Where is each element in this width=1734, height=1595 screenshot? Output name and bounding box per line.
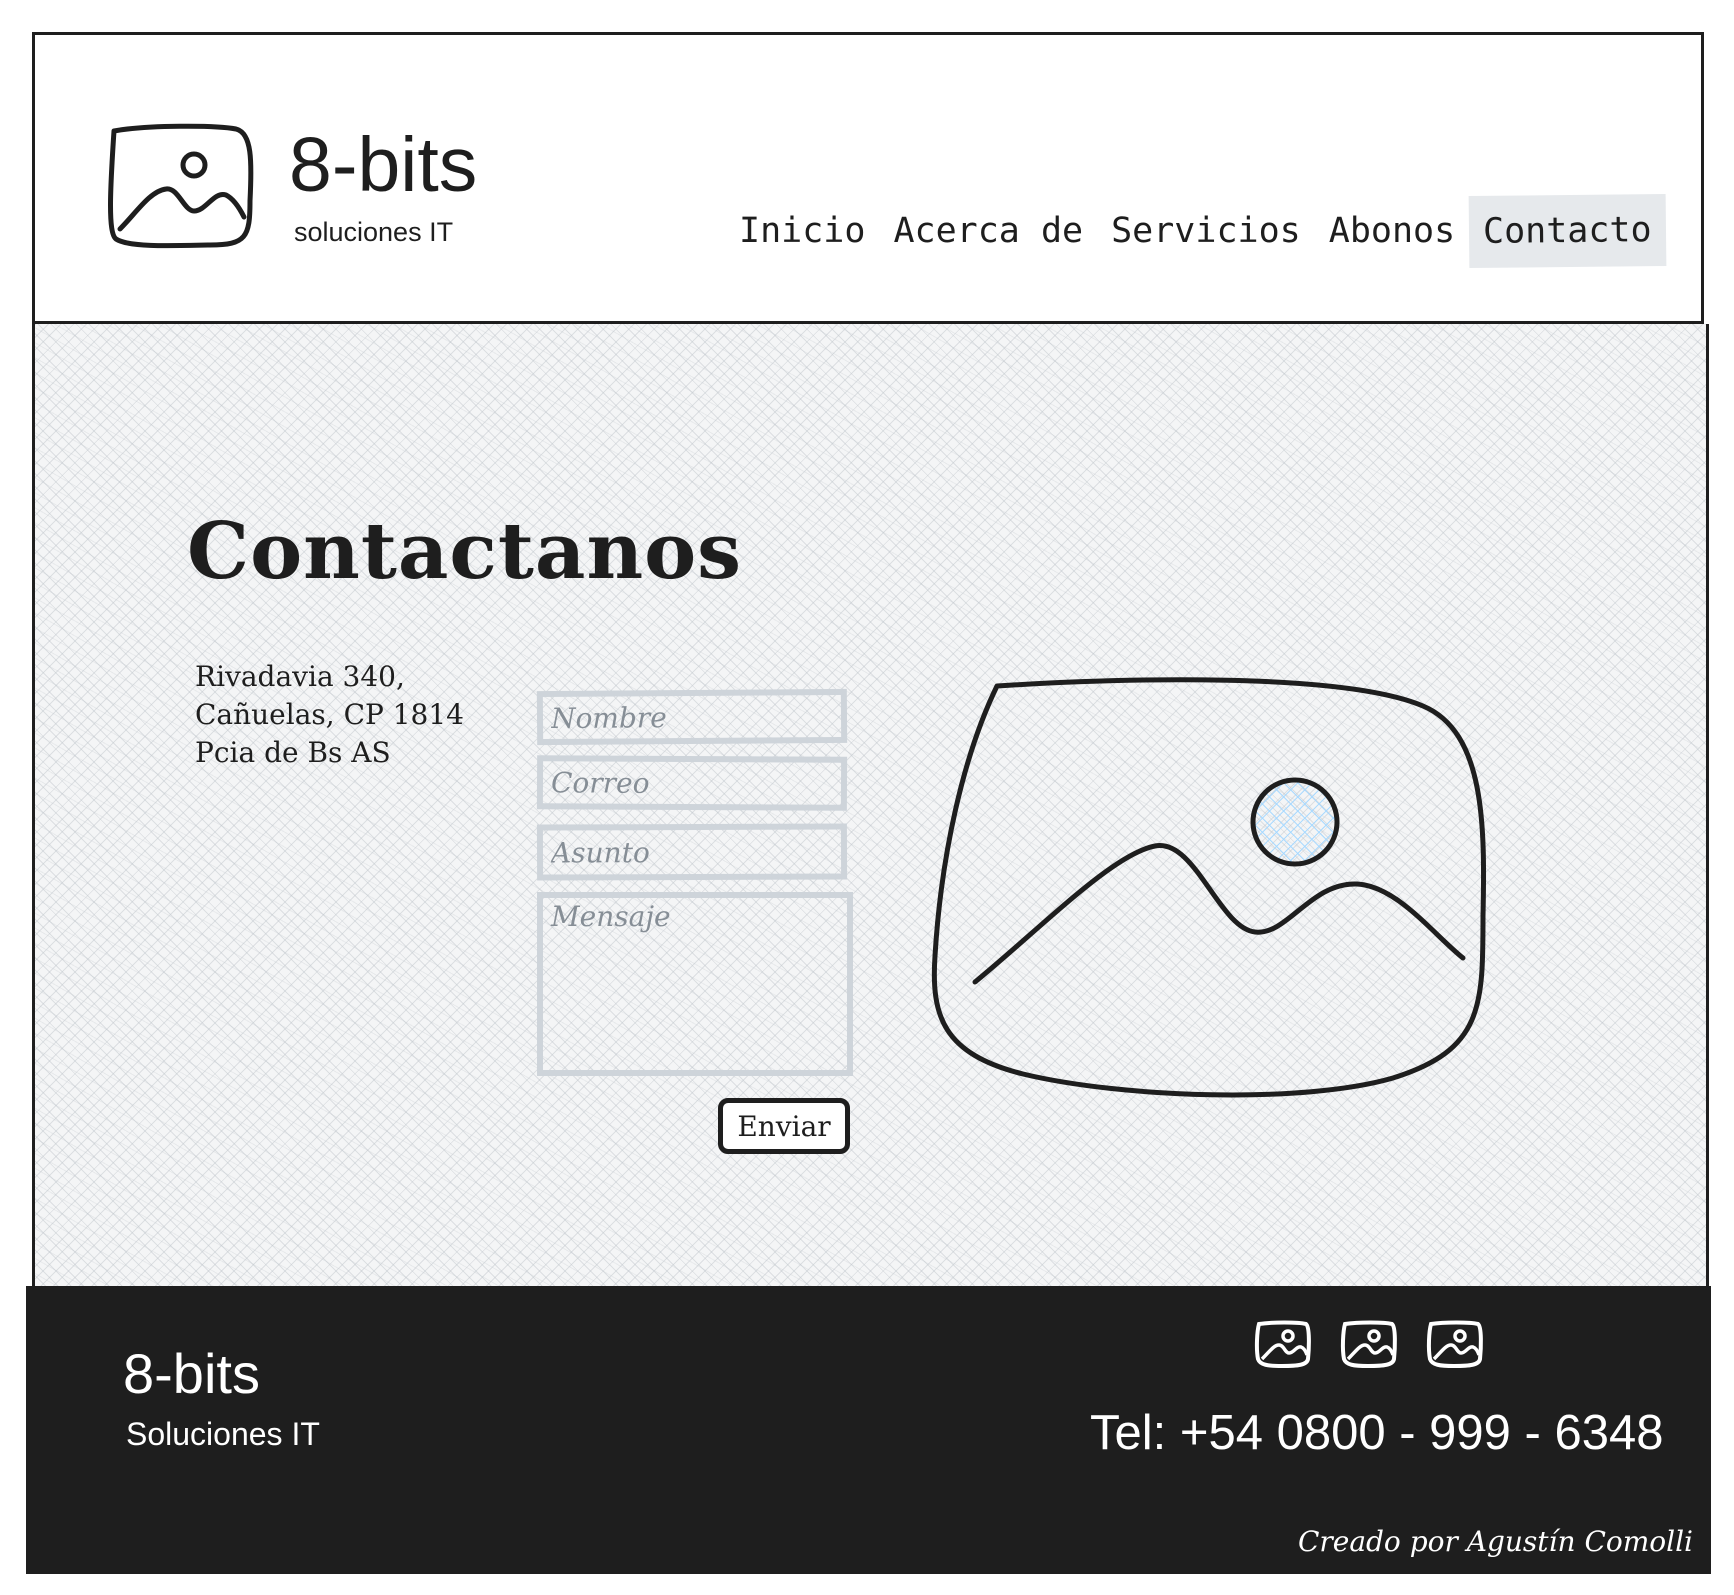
image-icon (931, 677, 1487, 1098)
nav-item-abonos[interactable]: Abonos (1315, 195, 1469, 267)
site-footer: 8-bits Soluciones IT Tel: +54 0800 - 999… (26, 1286, 1711, 1574)
footer-tagline: Soluciones IT (126, 1416, 320, 1452)
social-links (1254, 1319, 1484, 1369)
nav-item-servicios[interactable]: Servicios (1097, 195, 1315, 267)
address-line: Cañuelas, CP 1814 (195, 698, 464, 731)
subject-field[interactable] (536, 823, 848, 881)
address-line: Rivadavia 340, (195, 660, 405, 693)
image-icon (108, 123, 254, 249)
nav-item-inicio[interactable]: Inicio (725, 195, 879, 267)
footer-phone: Tel: +54 0800 - 999 - 6348 (1090, 1406, 1664, 1460)
address-block: Rivadavia 340, Cañuelas, CP 1814 Pcia de… (195, 658, 464, 772)
image-icon[interactable] (1254, 1319, 1312, 1369)
site-header: 8-bits soluciones IT Inicio Acerca de Se… (32, 32, 1704, 324)
footer-brand: 8-bits (123, 1342, 260, 1405)
page-frame: 8-bits soluciones IT Inicio Acerca de Se… (26, 28, 1711, 1574)
page-title: Contactanos (187, 506, 743, 598)
nav-item-contacto[interactable]: Contacto (1468, 193, 1667, 269)
contact-section: Contactanos Rivadavia 340, Cañuelas, CP … (32, 324, 1709, 1289)
footer-credit: Creado por Agustín Comolli (1297, 1525, 1693, 1558)
message-field[interactable] (537, 892, 853, 1076)
name-field[interactable] (536, 688, 848, 746)
address-line: Pcia de Bs AS (195, 736, 391, 769)
brand-name[interactable]: 8-bits (289, 127, 477, 204)
image-icon[interactable] (1340, 1319, 1398, 1369)
email-field[interactable] (536, 755, 848, 811)
send-button[interactable]: Enviar (718, 1098, 850, 1154)
main-nav: Inicio Acerca de Servicios Abonos Contac… (725, 193, 1667, 269)
nav-item-acerca-de[interactable]: Acerca de (879, 195, 1097, 267)
image-icon[interactable] (1426, 1319, 1484, 1369)
brand-tagline: soluciones IT (294, 217, 454, 247)
